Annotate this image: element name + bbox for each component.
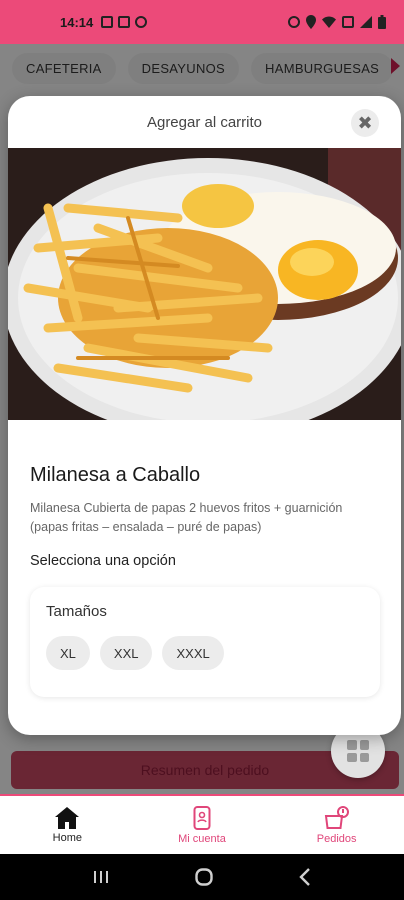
back-icon[interactable] (299, 868, 311, 886)
signal-icon (360, 16, 372, 28)
location-icon (306, 15, 316, 29)
calendar-icon (118, 16, 131, 28)
alarm-icon (288, 16, 300, 28)
nav-orders[interactable]: Pedidos (277, 805, 397, 845)
close-icon: ✖ (357, 112, 373, 133)
add-to-cart-modal: Agregar al carrito ✖ Milanesa a Caballo … (8, 96, 401, 735)
dish-name: Milanesa a Caballo (30, 464, 201, 486)
sim-icon (342, 16, 354, 28)
status-time: 14:14 (60, 14, 94, 30)
wifi-icon (322, 16, 336, 28)
messenger-icon (135, 16, 148, 28)
status-bar: 14:14 (0, 0, 404, 44)
nav-orders-label: Pedidos (316, 832, 357, 845)
bottom-navigation: Home Mi cuenta Pedidos (0, 794, 404, 854)
size-options: XL XXL XXXL (46, 636, 364, 670)
orders-icon (324, 805, 349, 829)
status-notification-icons (101, 16, 148, 28)
status-system-icons (288, 15, 386, 29)
size-option-xxl[interactable]: XXL (99, 636, 153, 670)
size-option-xxxl[interactable]: XXXL (162, 636, 224, 670)
nav-account-label: Mi cuenta (178, 832, 226, 845)
battery-icon (378, 15, 386, 29)
modal-header: Agregar al carrito ✖ (8, 96, 401, 148)
sizes-title: Tamaños (46, 603, 107, 620)
modal-title: Agregar al carrito (146, 113, 263, 131)
home-icon (55, 806, 80, 829)
nav-home-label: Home (52, 831, 82, 844)
size-options-card: Tamaños XL XXL XXXL (30, 587, 380, 697)
system-navigation-bar (0, 854, 404, 900)
select-option-label: Selecciona una opción (30, 553, 176, 569)
home-button-icon[interactable] (195, 868, 213, 886)
dish-photo (8, 148, 401, 420)
recent-apps-icon[interactable] (93, 869, 109, 885)
phone-account-icon (193, 805, 211, 830)
modal-body: Milanesa a Caballo Milanesa Cubierta de … (8, 464, 401, 697)
close-button[interactable]: ✖ (351, 109, 379, 137)
nav-home[interactable]: Home (7, 806, 127, 844)
grid-icon (347, 740, 369, 762)
gallery-icon (101, 16, 114, 28)
nav-account[interactable]: Mi cuenta (142, 805, 262, 845)
size-option-xl[interactable]: XL (46, 636, 90, 670)
dish-description: Milanesa Cubierta de papas 2 huevos frit… (30, 501, 343, 534)
